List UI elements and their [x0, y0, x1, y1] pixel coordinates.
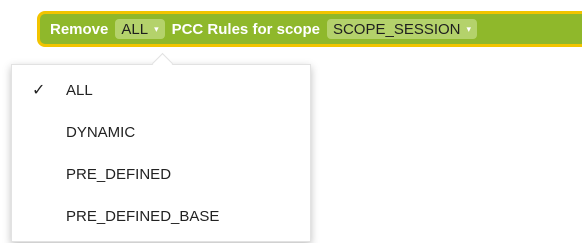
mode-dropdown-field[interactable]: ALL ▾	[115, 19, 165, 39]
block-prefix-text: Remove	[50, 20, 109, 38]
remove-pcc-rules-block[interactable]: Remove ALL ▾ PCC Rules for scope SCOPE_S…	[37, 11, 582, 47]
menu-item-label: PRE_DEFINED	[66, 165, 172, 183]
checkmark-icon: ✓	[32, 82, 46, 99]
chevron-down-icon: ▾	[154, 23, 159, 34]
mode-dropdown-menu: ✓ ALL DYNAMIC PRE_DEFINED PRE_DEFINED_BA…	[11, 64, 311, 242]
scope-dropdown-value: SCOPE_SESSION	[332, 20, 461, 38]
workspace: Remove ALL ▾ PCC Rules for scope SCOPE_S…	[0, 0, 582, 243]
menu-item-all[interactable]: ✓ ALL	[12, 70, 310, 110]
menu-item-pre-defined[interactable]: PRE_DEFINED	[12, 154, 310, 194]
chevron-down-icon: ▾	[466, 23, 472, 34]
menu-item-label: PRE_DEFINED_BASE	[66, 207, 220, 225]
menu-item-pre-defined-base[interactable]: PRE_DEFINED_BASE	[12, 196, 310, 236]
menu-item-label: ALL	[66, 81, 93, 99]
block-middle-text: PCC Rules for scope	[171, 20, 320, 38]
scope-dropdown-field[interactable]: SCOPE_SESSION ▾	[326, 19, 478, 39]
menu-item-dynamic[interactable]: DYNAMIC	[12, 112, 310, 152]
menu-item-label: DYNAMIC	[66, 123, 136, 141]
mode-dropdown-value: ALL	[121, 20, 149, 38]
